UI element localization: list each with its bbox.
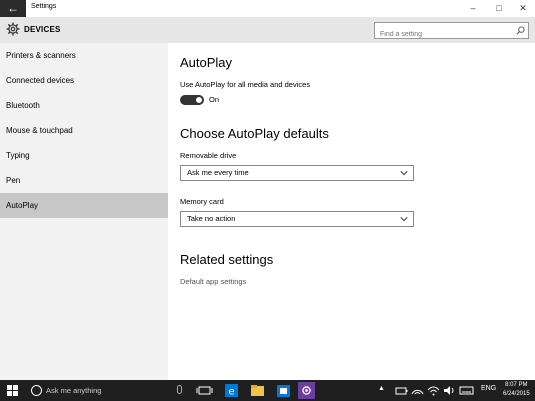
search-icon[interactable]: [516, 26, 525, 35]
chevron-down-icon: [400, 171, 408, 176]
sidebar-item-pen[interactable]: Pen: [0, 168, 168, 193]
sidebar-item-bluetooth[interactable]: Bluetooth: [0, 93, 168, 118]
battery-icon[interactable]: [393, 382, 410, 399]
main-content: AutoPlay Use AutoPlay for all media and …: [168, 43, 535, 380]
page-title: DEVICES: [24, 25, 61, 34]
back-button[interactable]: ←: [0, 0, 26, 17]
settings-header: DEVICES: [0, 17, 535, 43]
minimize-button[interactable]: –: [461, 0, 485, 17]
back-arrow-icon: ←: [7, 1, 19, 15]
sidebar-item-autoplay[interactable]: AutoPlay: [0, 193, 168, 218]
removable-drive-dropdown[interactable]: Ask me every time: [180, 165, 414, 181]
window-title: Settings: [31, 3, 57, 10]
show-hidden-icons-icon[interactable]: ▲: [378, 385, 385, 392]
network-icon[interactable]: [409, 382, 426, 399]
sidebar-item-printers-scanners[interactable]: Printers & scanners: [0, 43, 168, 68]
toggle-knob: [196, 97, 202, 103]
search-box[interactable]: [374, 22, 529, 42]
sidebar-item-typing[interactable]: Typing: [0, 143, 168, 168]
svg-text:e: e: [228, 387, 234, 398]
default-app-settings-link[interactable]: Default app settings: [180, 277, 246, 286]
maximize-button[interactable]: □: [487, 0, 511, 17]
related-settings-heading: Related settings: [180, 252, 274, 267]
close-icon: ✕: [519, 3, 527, 13]
edge-browser-icon[interactable]: e: [223, 382, 240, 399]
defaults-heading: Choose AutoPlay defaults: [180, 126, 329, 141]
wifi-icon[interactable]: [425, 382, 442, 399]
gear-icon: [6, 22, 20, 36]
clock[interactable]: 8:07 PM 6/24/2015: [503, 381, 530, 399]
cortana-icon[interactable]: [31, 385, 42, 396]
sidebar: Printers & scanners Connected devices Bl…: [0, 43, 168, 380]
task-view-icon[interactable]: [196, 382, 213, 399]
microphone-icon[interactable]: [177, 385, 182, 394]
memory-card-label: Memory card: [180, 197, 224, 206]
memory-card-dropdown[interactable]: Take no action: [180, 211, 414, 227]
keyboard-icon[interactable]: [458, 382, 475, 399]
file-explorer-icon[interactable]: [249, 382, 266, 399]
sidebar-item-mouse-touchpad[interactable]: Mouse & touchpad: [0, 118, 168, 143]
minimize-icon: –: [470, 3, 476, 13]
memory-card-value: Take no action: [187, 214, 236, 223]
clock-time: 8:07 PM: [505, 382, 528, 388]
title-bar: ← Settings – □ ✕: [0, 0, 535, 17]
maximize-icon: □: [496, 3, 502, 13]
chevron-down-icon: [400, 217, 408, 222]
taskbar-search[interactable]: Ask me anything: [46, 386, 101, 395]
search-input[interactable]: [375, 27, 510, 42]
autoplay-heading: AutoPlay: [180, 55, 233, 70]
taskbar: Ask me anything e ▲ ENG 8:07 PM 6/24/201…: [0, 380, 535, 401]
autoplay-toggle-state: On: [209, 95, 220, 104]
clock-date: 6/24/2015: [503, 391, 530, 397]
settings-app-icon[interactable]: [298, 382, 315, 399]
removable-drive-value: Ask me every time: [187, 168, 249, 177]
close-button[interactable]: ✕: [511, 0, 535, 17]
volume-icon[interactable]: [441, 382, 458, 399]
autoplay-toggle-label: Use AutoPlay for all media and devices: [180, 80, 311, 89]
sidebar-item-connected-devices[interactable]: Connected devices: [0, 68, 168, 93]
language-indicator[interactable]: ENG: [481, 385, 496, 392]
store-icon[interactable]: [275, 382, 292, 399]
windows-start-icon[interactable]: [7, 385, 18, 396]
removable-drive-label: Removable drive: [180, 151, 237, 160]
autoplay-toggle[interactable]: [180, 95, 204, 105]
